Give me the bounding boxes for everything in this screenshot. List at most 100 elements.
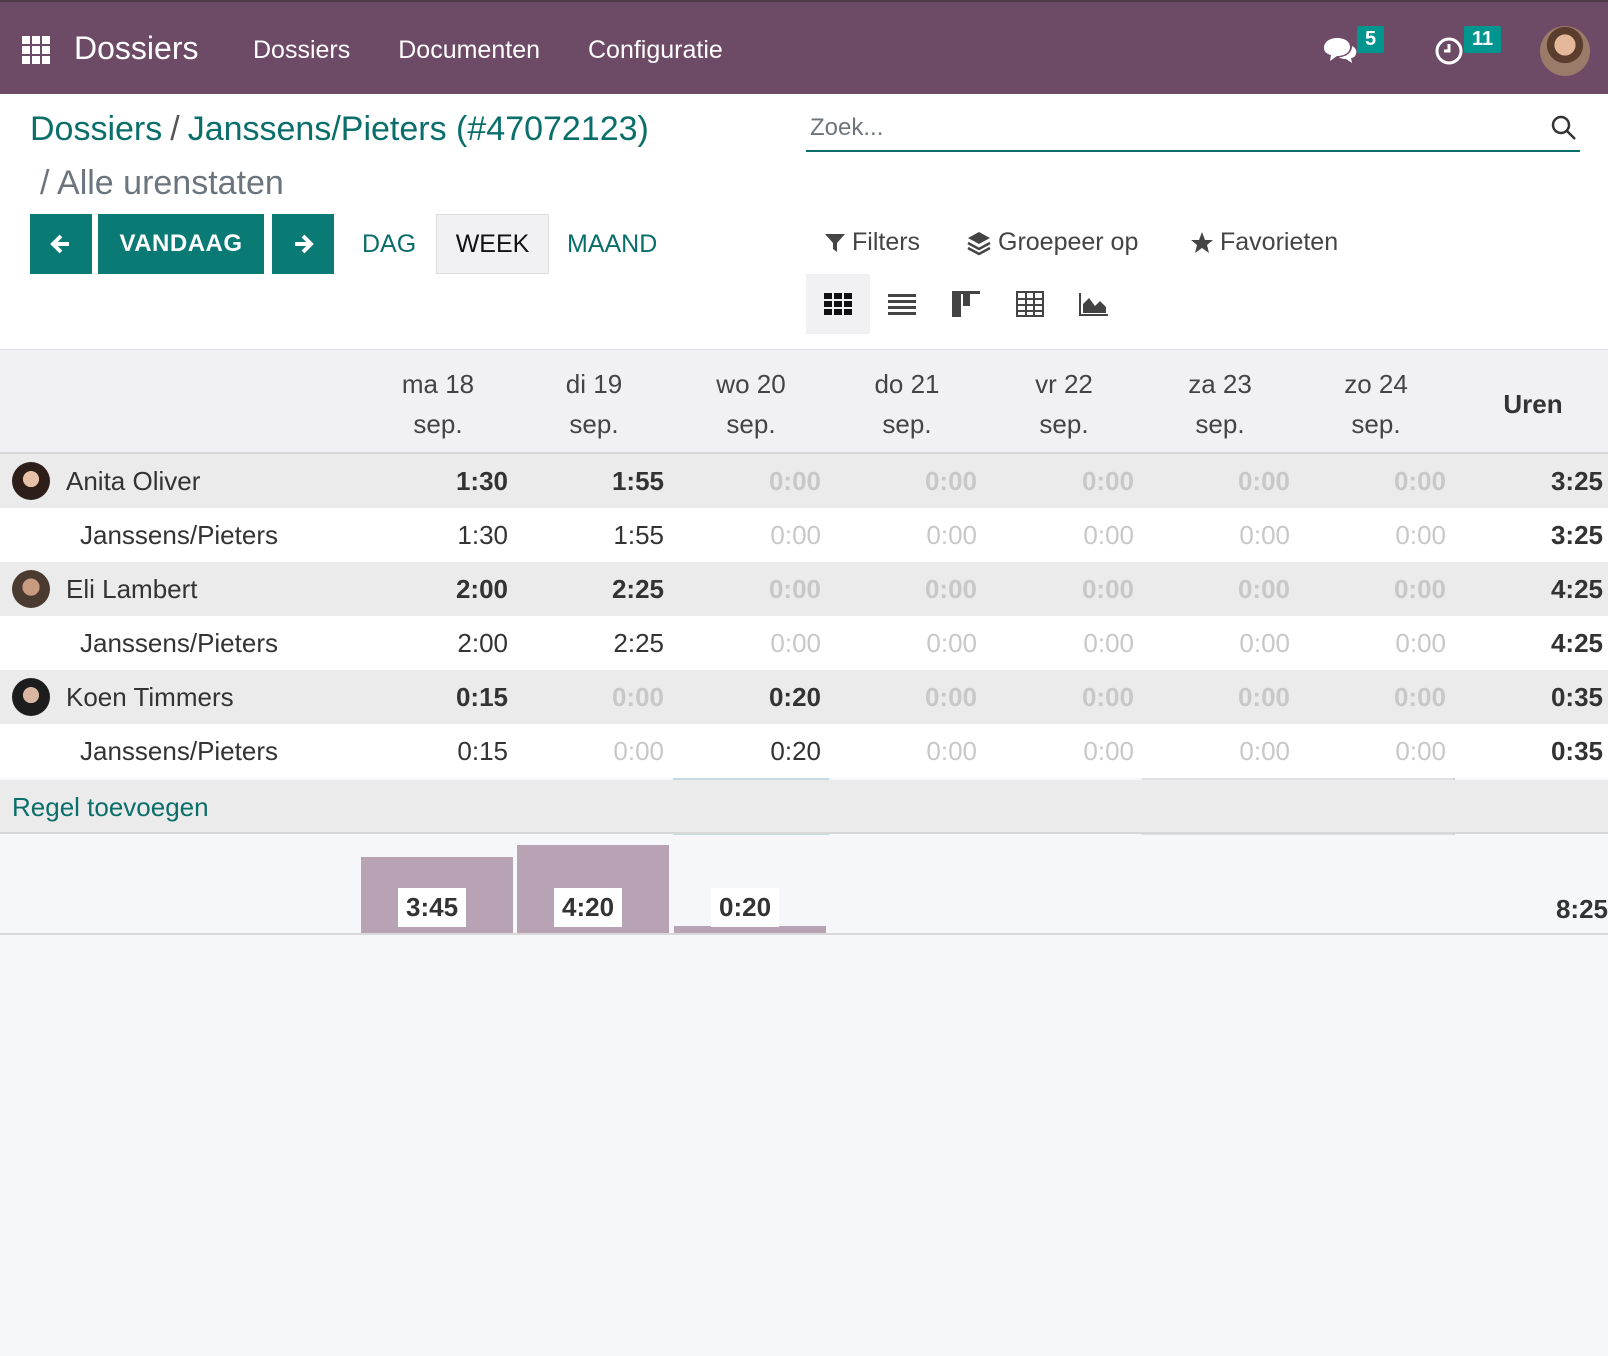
project-row: Janssens/Pieters 0:15 0:00 0:20 0:00 0:00 0:00… — [0, 724, 1608, 778]
arrow-left-icon — [50, 234, 69, 254]
group-by-button[interactable]: Groepeer op — [966, 228, 1138, 257]
hours-cell[interactable]: 0:00 — [1142, 520, 1298, 551]
today-button[interactable]: VANDAAG — [98, 214, 264, 274]
star-icon — [1191, 231, 1213, 253]
project-row: Janssens/Pieters 1:30 1:55 0:00 0:00 0:00 0:00… — [0, 508, 1608, 562]
project-name[interactable]: Janssens/Pieters — [80, 628, 278, 659]
activities-badge: 11 — [1464, 26, 1502, 53]
hours-cell[interactable]: 0:20 — [673, 736, 829, 767]
hours-cell[interactable]: 0:00 — [986, 520, 1142, 551]
group-hours-cell: 1:55 — [611, 466, 664, 496]
project-name[interactable]: Janssens/Pieters — [80, 520, 278, 551]
group-hours-cell: 0:20 — [768, 682, 821, 712]
employee-name: Eli Lambert — [66, 574, 198, 604]
hours-cell[interactable]: 0:00 — [829, 736, 985, 767]
row-total: 4:25 — [1550, 574, 1603, 604]
group-hours-cell: 0:00 — [1237, 466, 1290, 496]
employee-row: Koen Timmers 0:15 0:00 0:20 0:00 0:00 0:00 0:00… — [0, 670, 1608, 724]
row-total: 0:35 — [1550, 736, 1603, 766]
day-total-label: 3:45 — [398, 888, 467, 927]
favorites-button[interactable]: Favorieten — [1190, 228, 1338, 257]
hours-cell[interactable]: 0:00 — [1298, 736, 1454, 767]
group-hours-cell: 1:30 — [455, 466, 508, 496]
day-total-label: 4:20 — [554, 888, 623, 927]
next-button[interactable] — [272, 214, 334, 274]
hours-cell[interactable]: 0:00 — [986, 628, 1142, 659]
menu-item-dossiers[interactable]: Dossiers — [253, 36, 350, 65]
pivot-icon — [1016, 291, 1044, 317]
group-hours-cell: 0:00 — [1237, 574, 1290, 604]
kanban-icon — [952, 291, 980, 317]
group-hours-cell: 0:00 — [1081, 574, 1134, 604]
hours-cell[interactable]: 0:00 — [1298, 628, 1454, 659]
clock-icon[interactable] — [1434, 36, 1464, 66]
day-header-thu: do 21 sep. — [874, 369, 940, 439]
day-header-tue: di 19 sep. — [565, 369, 623, 439]
hours-cell[interactable]: 0:00 — [829, 520, 985, 551]
range-week-button[interactable]: WEEK — [436, 214, 549, 274]
breadcrumb-record[interactable]: Janssens/Pieters (#47072123) — [188, 110, 649, 148]
total-header: Uren — [1503, 389, 1563, 419]
chat-icon[interactable] — [1322, 36, 1358, 66]
range-month-button[interactable]: MAAND — [567, 214, 657, 274]
previous-button[interactable] — [30, 214, 92, 274]
group-hours-cell: 0:00 — [1393, 682, 1446, 712]
hours-cell[interactable]: 0:00 — [516, 736, 672, 767]
group-by-label: Groepeer op — [998, 228, 1139, 256]
hours-cell[interactable]: 2:00 — [360, 628, 516, 659]
breadcrumb: Dossiers / Janssens/Pieters (#47072123) — [30, 110, 649, 149]
filters-button[interactable]: Filters — [824, 228, 920, 257]
area-chart-icon — [1079, 293, 1108, 316]
list-view-button[interactable] — [870, 274, 934, 334]
employee-avatar — [12, 678, 50, 716]
row-total: 4:25 — [1550, 628, 1603, 658]
totals-row: 8:25 3:45 4:20 0:20 — [0, 835, 1608, 935]
hours-cell[interactable]: 0:00 — [1142, 628, 1298, 659]
group-hours-cell: 0:00 — [611, 682, 664, 712]
app-name[interactable]: Dossiers — [74, 30, 198, 67]
group-hours-cell: 0:00 — [1081, 466, 1134, 496]
user-avatar[interactable] — [1540, 26, 1590, 76]
hours-cell[interactable]: 0:00 — [1298, 520, 1454, 551]
hours-cell[interactable]: 0:00 — [673, 628, 829, 659]
kanban-view-button[interactable] — [934, 274, 998, 334]
day-header-mon: ma 18 sep. — [401, 369, 475, 439]
filter-icon — [825, 233, 845, 252]
apps-menu-icon[interactable] — [22, 36, 50, 64]
hours-cell[interactable]: 0:00 — [673, 520, 829, 551]
breadcrumb-current: / Alle urenstaten — [40, 164, 284, 202]
day-header-fri: vr 22 sep. — [1035, 369, 1093, 439]
add-line-link[interactable]: Regel toevoegen — [12, 792, 209, 823]
search-bar — [806, 108, 1580, 152]
group-hours-cell: 0:15 — [455, 682, 508, 712]
project-name[interactable]: Janssens/Pieters — [80, 736, 278, 767]
hours-cell[interactable]: 1:30 — [360, 520, 516, 551]
search-icon[interactable] — [1550, 114, 1578, 142]
hours-cell[interactable]: 1:55 — [516, 520, 672, 551]
hours-cell[interactable]: 2:25 — [516, 628, 672, 659]
day-header-wed: wo 20 sep. — [716, 369, 786, 439]
row-total: 3:25 — [1550, 466, 1603, 496]
grid-header: ma 18 sep. di 19 sep. wo 20 sep. do 21 sep. … — [0, 350, 1608, 454]
menu-item-configuratie[interactable]: Configuratie — [588, 36, 723, 65]
group-hours-cell: 0:00 — [1393, 466, 1446, 496]
search-input[interactable] — [806, 108, 1506, 148]
arrow-right-icon — [295, 234, 314, 254]
hours-cell[interactable]: 0:15 — [360, 736, 516, 767]
range-day-button[interactable]: DAG — [362, 214, 416, 274]
employee-row: Eli Lambert 2:00 2:25 0:00 0:00 0:00 0:00 0:00 4… — [0, 562, 1608, 616]
breadcrumb-dossiers[interactable]: Dossiers — [30, 110, 162, 148]
pivot-view-button[interactable] — [998, 274, 1062, 334]
layers-icon — [967, 231, 991, 255]
hours-cell[interactable]: 0:00 — [829, 628, 985, 659]
hours-cell[interactable]: 0:00 — [986, 736, 1142, 767]
grid-view-button[interactable] — [806, 274, 870, 334]
graph-view-button[interactable] — [1062, 274, 1126, 334]
group-hours-cell: 0:00 — [768, 574, 821, 604]
employee-row: Anita Oliver 1:30 1:55 0:00 0:00 0:00 0:00 0:00… — [0, 454, 1608, 508]
menu-item-documenten[interactable]: Documenten — [398, 36, 540, 65]
messages-badge: 5 — [1357, 26, 1385, 53]
hours-cell[interactable]: 0:00 — [1142, 736, 1298, 767]
group-hours-cell: 0:00 — [924, 466, 977, 496]
main-menu: Dossiers Documenten Configuratie — [253, 36, 723, 65]
